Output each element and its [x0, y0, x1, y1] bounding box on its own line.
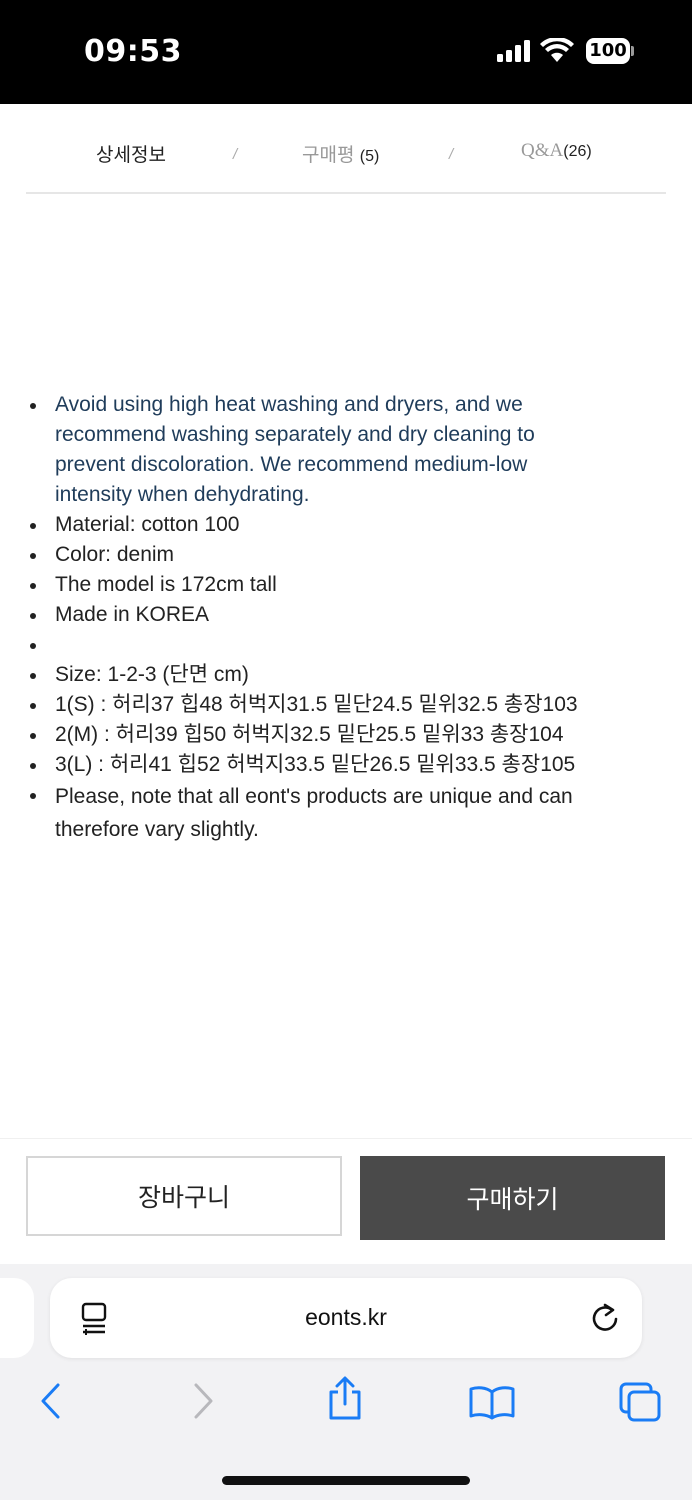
- tab-reviews[interactable]: 구매평 (5): [302, 140, 379, 167]
- back-icon[interactable]: [38, 1382, 64, 1420]
- tabs-icon[interactable]: [618, 1381, 662, 1423]
- list-item-size-header: Size: 1-2-3 (단면 cm): [0, 660, 615, 690]
- forward-icon[interactable]: [190, 1382, 216, 1420]
- list-item-material: Material: cotton 100: [0, 510, 615, 540]
- purchase-bar: 장바구니 구매하기: [0, 1138, 692, 1265]
- tab-qna-label: Q&A: [521, 140, 564, 161]
- reload-icon[interactable]: [590, 1302, 620, 1334]
- tab-separator: /: [449, 146, 454, 163]
- browser-toolbar: eonts.kr: [0, 1264, 692, 1500]
- list-item-note: Please, note that all eont's products ar…: [0, 780, 645, 846]
- list-item-color: Color: denim: [0, 540, 615, 570]
- battery-tip: [631, 46, 634, 56]
- tabs-divider: [26, 192, 666, 194]
- tab-qna[interactable]: Q&A(26): [521, 140, 592, 162]
- list-item-empty: [0, 630, 615, 660]
- wifi-icon: [540, 38, 574, 62]
- tab-detail[interactable]: 상세정보: [96, 140, 166, 167]
- home-indicator[interactable]: [222, 1476, 470, 1485]
- list-item-size-2: 2(M) : 허리39 힙50 허벅지32.5 밑단25.5 밑위33 총장10…: [0, 720, 615, 750]
- tab-reviews-label: 구매평: [302, 145, 355, 166]
- address-bar[interactable]: eonts.kr: [50, 1278, 642, 1358]
- product-tabs: 상세정보 / 구매평 (5) / Q&A(26): [0, 104, 692, 194]
- status-bar: 09:53 100: [0, 0, 692, 104]
- buy-button[interactable]: 구매하기: [360, 1156, 665, 1240]
- cart-button[interactable]: 장바구니: [26, 1156, 342, 1236]
- url-text[interactable]: eonts.kr: [50, 1304, 642, 1331]
- tab-reviews-count: (5): [359, 148, 380, 165]
- previous-tab-peek[interactable]: [0, 1278, 34, 1358]
- tab-separator: /: [233, 146, 238, 163]
- signal-icon: [497, 40, 533, 62]
- list-item-size-3: 3(L) : 허리41 힙52 허벅지33.5 밑단26.5 밑위33.5 총장…: [0, 750, 615, 780]
- details-list: Avoid using high heat washing and dryers…: [0, 390, 692, 846]
- bookmarks-icon[interactable]: [468, 1384, 516, 1420]
- share-icon[interactable]: [326, 1376, 364, 1422]
- list-item-model: The model is 172cm tall: [0, 570, 615, 600]
- list-item-size-1: 1(S) : 허리37 힙48 허벅지31.5 밑단24.5 밑위32.5 총장…: [0, 690, 615, 720]
- list-item-care: Avoid using high heat washing and dryers…: [0, 390, 595, 510]
- list-item-origin: Made in KOREA: [0, 600, 615, 630]
- battery-icon: 100: [586, 38, 630, 64]
- tab-qna-count: (26): [563, 143, 592, 160]
- product-details: Avoid using high heat washing and dryers…: [0, 390, 692, 846]
- status-time: 09:53: [84, 34, 182, 69]
